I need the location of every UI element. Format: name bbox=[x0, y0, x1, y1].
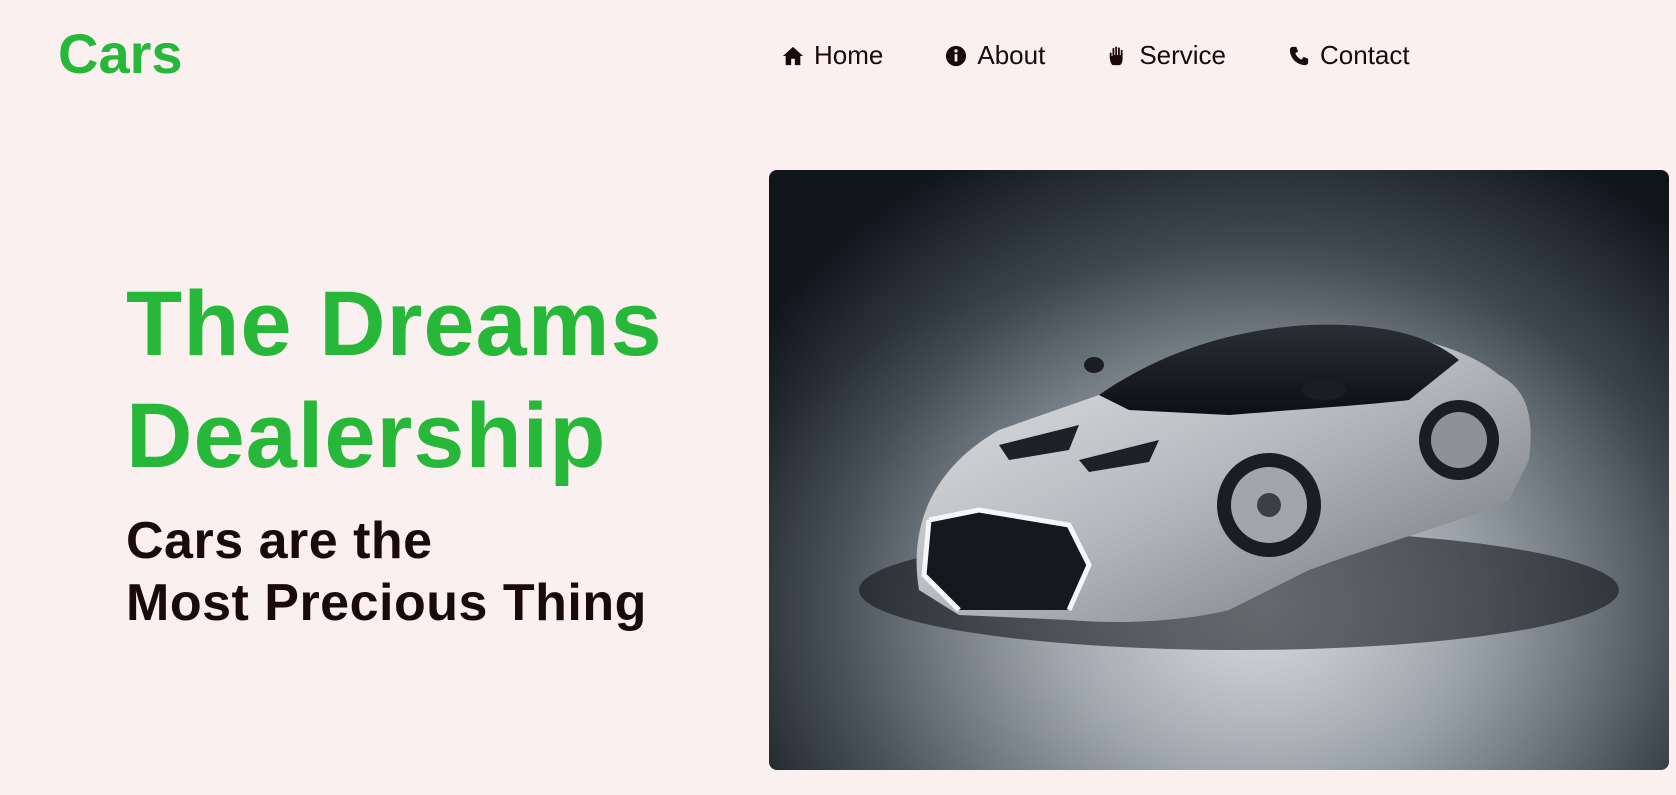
hero-subtitle: Cars are the Most Precious Thing bbox=[126, 510, 647, 634]
hero-subtitle-line2: Most Precious Thing bbox=[126, 574, 647, 632]
hero-title-line2: Dealership bbox=[126, 385, 607, 487]
hero-title-line1: The Dreams bbox=[126, 273, 663, 375]
home-icon bbox=[782, 46, 804, 65]
site-logo[interactable]: Cars bbox=[58, 22, 183, 86]
nav-label-home: Home bbox=[814, 40, 884, 70]
nav-item-home[interactable]: Home bbox=[782, 40, 883, 71]
hero-title: The Dreams Dealership bbox=[126, 268, 663, 492]
nav-label-contact: Contact bbox=[1320, 40, 1410, 70]
phone-icon bbox=[1289, 46, 1309, 65]
info-icon bbox=[946, 45, 967, 66]
main-nav: Home About Service Contact bbox=[782, 40, 1410, 71]
nav-label-service: Service bbox=[1139, 40, 1227, 70]
hand-icon bbox=[1110, 46, 1123, 65]
hero-subtitle-line1: Cars are the bbox=[126, 512, 433, 570]
nav-item-contact[interactable]: Contact bbox=[1288, 40, 1410, 71]
nav-item-about[interactable]: About bbox=[945, 40, 1045, 71]
nav-item-service[interactable]: Service bbox=[1107, 40, 1226, 71]
hero-car-image bbox=[769, 170, 1669, 770]
car-illustration bbox=[769, 170, 1669, 770]
nav-label-about: About bbox=[977, 40, 1046, 70]
